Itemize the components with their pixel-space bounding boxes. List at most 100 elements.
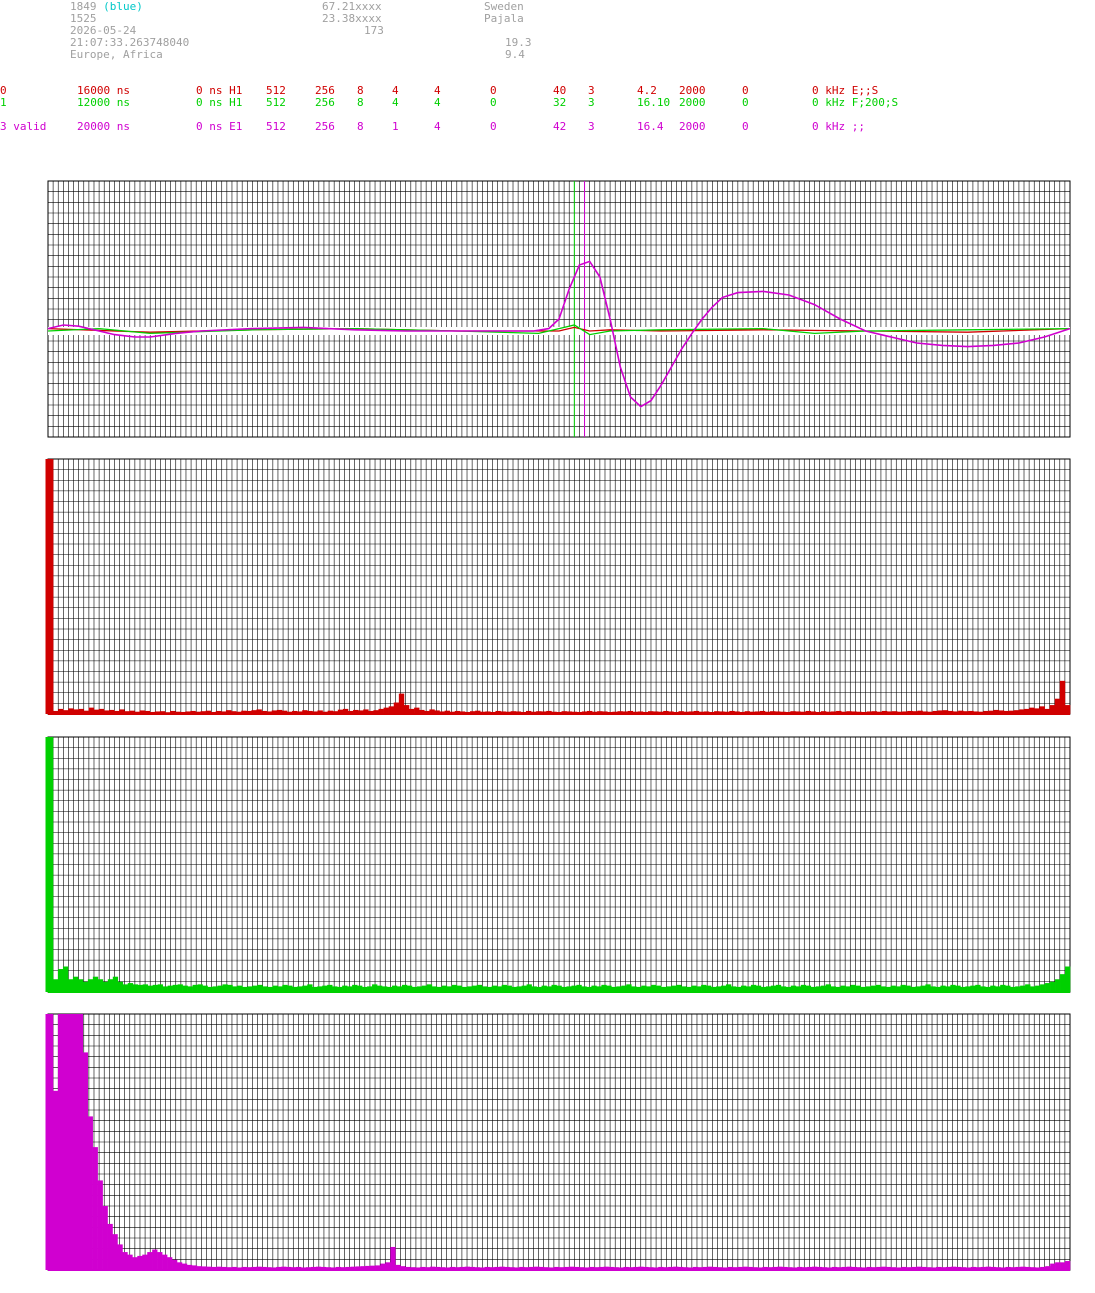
spectrum-3-bar-12 xyxy=(107,1223,113,1270)
spectrum-2-bar-21 xyxy=(152,984,158,992)
spectrum-1-bar-200 xyxy=(1064,705,1071,715)
spectrum-3-bar-68 xyxy=(385,1262,391,1270)
spectrum-2-bar-29 xyxy=(192,984,198,992)
spectrum-2-bar-101 xyxy=(551,984,557,992)
spectrum-2-bar-121 xyxy=(651,984,657,992)
spectrum-2-bar-4 xyxy=(67,979,74,992)
spectrum-2-bar-42 xyxy=(257,984,263,992)
spectrum-2-bar-111 xyxy=(601,984,607,992)
spectrum-2-bar-200 xyxy=(1045,983,1051,993)
spectrum-2-bar-191 xyxy=(1000,984,1006,992)
panel-1-grid xyxy=(48,459,1070,714)
spectrum-2-bar-9 xyxy=(92,976,99,992)
spectrum-2-bar-12 xyxy=(107,979,114,992)
spectrum-1-bar-195 xyxy=(1039,706,1045,714)
spectrum-2-bar-136 xyxy=(726,984,732,992)
spectrum-2-bar-3 xyxy=(62,966,69,992)
spectrum-2-bar-10 xyxy=(97,979,104,992)
spectrum-1-bar-199 xyxy=(1059,680,1066,714)
spectrum-3-bar-22 xyxy=(157,1252,163,1270)
spectrum-2-bar-14 xyxy=(117,981,124,992)
spectrum-3-bar-10 xyxy=(97,1180,103,1270)
plots-area xyxy=(45,180,1071,1271)
spectrum-3-bar-205 xyxy=(1065,1261,1071,1270)
spectrum-2-bar-141 xyxy=(750,984,757,992)
spectrum-3-bar-24 xyxy=(167,1257,173,1270)
spectrum-2-bar-201 xyxy=(1050,981,1056,992)
spectrum-3-bar-23 xyxy=(162,1254,168,1270)
spectrum-2-bar-36 xyxy=(227,984,233,992)
spectrum-3-bar-0 xyxy=(48,1014,54,1270)
spectrum-3-bar-2 xyxy=(57,1014,64,1270)
spectrum-2-bar-199 xyxy=(1040,984,1046,992)
spectrum-3-bar-13 xyxy=(112,1234,118,1270)
spectrum-2-bar-52 xyxy=(307,984,313,992)
spectrum-2-bar-2 xyxy=(57,969,64,992)
spectrum-2-bar-18 xyxy=(137,984,144,992)
spectrum-1-bar-198 xyxy=(1054,698,1061,714)
spectrum-2-bar-71 xyxy=(401,984,408,992)
spectrum-3-bar-14 xyxy=(117,1244,123,1270)
spectrum-2-bar-156 xyxy=(825,984,832,992)
spectrum-3-bar-203 xyxy=(1055,1262,1061,1270)
spectrum-2-bar-61 xyxy=(352,984,358,992)
spectrum-3-bar-11 xyxy=(102,1206,108,1270)
spectrum-3-bar-4 xyxy=(67,1014,74,1270)
spectrum-2-bar-35 xyxy=(222,984,228,992)
spectrum-1-bar-0 xyxy=(48,459,54,714)
spectrum-3-bar-69 xyxy=(390,1246,396,1270)
spectrum-2-bar-106 xyxy=(576,984,582,992)
spectrum-2-bar-202 xyxy=(1055,979,1061,992)
spectrum-2-bar-15 xyxy=(122,984,129,992)
spectrum-2-bar-56 xyxy=(327,984,333,992)
spectrum-3-bar-9 xyxy=(92,1147,98,1270)
spectrum-1-bar-68 xyxy=(393,702,400,714)
spectrum-3-bar-5 xyxy=(72,1014,79,1270)
spectrum-3-bar-18 xyxy=(137,1255,143,1270)
spectrum-3-bar-7 xyxy=(82,1052,88,1270)
spectrum-2-bar-116 xyxy=(626,984,632,992)
spectrum-2-bar-30 xyxy=(197,984,203,992)
spectrum-2-bar-7 xyxy=(82,981,89,992)
spectrum-3-bar-20 xyxy=(147,1252,153,1270)
spectrum-2-bar-65 xyxy=(372,984,378,992)
spectrum-3-bar-25 xyxy=(172,1259,178,1270)
spectrum-3-bar-16 xyxy=(127,1254,133,1270)
panel-0-grid xyxy=(48,181,1070,437)
spectrum-2-bar-25 xyxy=(172,984,178,992)
spectrum-3-bar-1 xyxy=(52,1090,59,1270)
spectrum-2-bar-19 xyxy=(142,984,149,992)
spectrum-3-bar-19 xyxy=(142,1254,148,1270)
spectrum-2-bar-181 xyxy=(950,984,956,992)
spectrum-2-bar-186 xyxy=(975,984,981,992)
spectrum-3-bar-3 xyxy=(62,1014,69,1270)
spectrum-1-bar-67 xyxy=(388,706,395,714)
spectrum-2-bar-47 xyxy=(282,984,288,992)
spectrum-3-bar-21 xyxy=(152,1249,158,1270)
spectrum-2-bar-76 xyxy=(426,984,433,992)
spectrum-3-bar-17 xyxy=(132,1257,138,1270)
spectrum-2-bar-161 xyxy=(850,984,856,992)
spectrum-2-bar-86 xyxy=(476,984,483,992)
spectrum-2-bar-91 xyxy=(501,984,507,992)
spectrum-1-bar-70 xyxy=(403,705,410,715)
spectrum-2-bar-96 xyxy=(526,984,532,992)
spectrum-2-bar-146 xyxy=(775,984,782,992)
spectrum-3-bar-15 xyxy=(122,1252,128,1270)
spectrum-3-bar-8 xyxy=(87,1116,93,1270)
spectrum-2-bar-26 xyxy=(177,984,183,992)
panel-3-grid xyxy=(48,1014,1070,1270)
spectrum-2-bar-166 xyxy=(875,984,881,992)
spectrum-2-bar-6 xyxy=(77,979,84,992)
spectrum-2-bar-151 xyxy=(800,984,807,992)
spectrum-3-bar-204 xyxy=(1060,1262,1066,1270)
spectrum-2-bar-0 xyxy=(48,737,54,992)
spectrum-1-bar-197 xyxy=(1049,705,1056,715)
spectrum-2-bar-196 xyxy=(1025,984,1031,992)
spectrum-2-bar-5 xyxy=(72,976,79,992)
spectrum-3-bar-26 xyxy=(176,1262,183,1270)
spectrum-3-bar-6 xyxy=(77,1014,84,1270)
spectrum-2-bar-11 xyxy=(102,981,109,992)
spectrum-2-bar-17 xyxy=(132,984,139,992)
spectrum-2-bar-8 xyxy=(87,979,94,992)
